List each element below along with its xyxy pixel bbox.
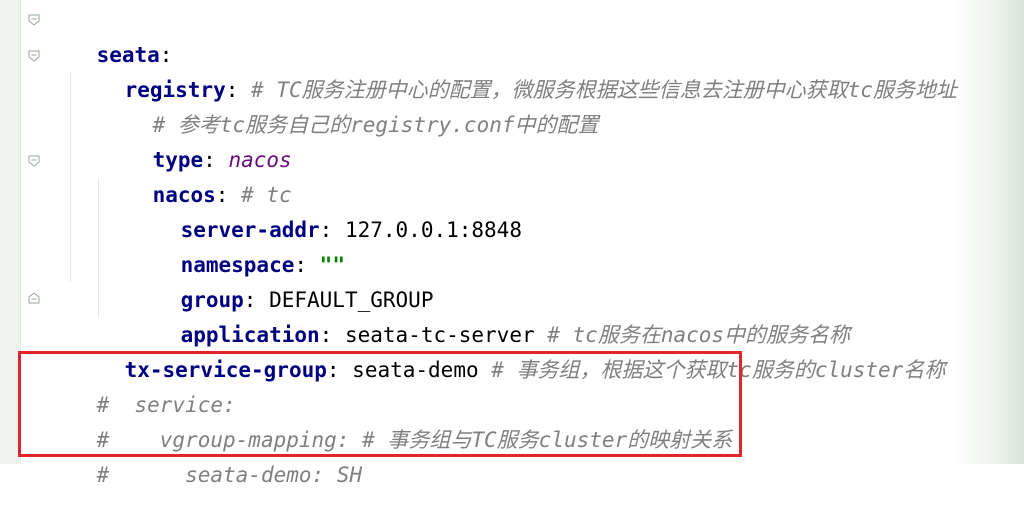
code-line: # 参考tc服务自己的registry.conf中的配置	[102, 73, 599, 137]
code-line: type: nacos	[102, 108, 292, 172]
code-line: namespace: ""	[130, 213, 345, 277]
highlight-annotation-box	[18, 351, 742, 457]
code-line: group: DEFAULT_GROUP	[130, 248, 434, 312]
code-line: nacos: # tc	[102, 143, 292, 207]
code-line: registry: # TC服务注册中心的配置，微服务根据这些信息去注册中心获取…	[74, 38, 957, 102]
code-line: tx-service-group: seata-demo # 事务组，根据这个获…	[74, 318, 946, 382]
yaml-comment: # seata-demo: SH	[96, 463, 363, 487]
code-line: application: seata-tc-server # tc服务在naco…	[130, 283, 850, 347]
code-line: seata:	[46, 3, 173, 67]
yaml-value: 127.0.0.1:8848	[332, 218, 522, 242]
code-line: server-addr: 127.0.0.1:8848	[130, 178, 522, 242]
